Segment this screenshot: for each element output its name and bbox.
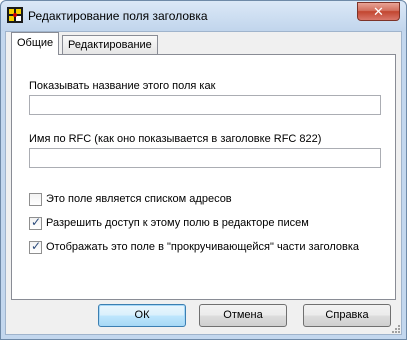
tab-panel-general: Показывать название этого поля как Имя п… (11, 54, 396, 300)
close-button[interactable]: ✕ (357, 2, 400, 21)
address-list-checkbox[interactable] (29, 193, 42, 206)
checkmark-icon: ✓ (31, 215, 42, 229)
tab-editing-label: Редактирование (68, 39, 152, 51)
rfc-name-label: Имя по RFC (как оно показывается в загол… (29, 133, 322, 145)
scrolling-header-checkbox[interactable]: ✓ (29, 239, 42, 254)
window-title: Редактирование поля заголовка (28, 9, 208, 23)
tab-editing[interactable]: Редактирование (62, 35, 158, 55)
tab-general-label: Общие (17, 37, 54, 49)
close-icon: ✕ (373, 4, 384, 19)
scrolling-header-label: Отображать это поле в "прокручивающейся"… (46, 241, 360, 253)
cancel-button[interactable]: Отмена (199, 304, 287, 327)
dialog-client-area: Общие Редактирование Показывать название… (5, 31, 402, 335)
address-list-label: Это поле является списком адресов (46, 193, 232, 205)
display-name-field[interactable] (29, 95, 381, 115)
ok-button[interactable]: ОК (98, 304, 186, 327)
title-bar[interactable]: Редактирование поля заголовка ✕ (1, 1, 406, 31)
checkmark-icon: ✓ (31, 239, 42, 253)
rfc-name-field[interactable] (29, 148, 381, 168)
editor-access-label: Разрешить доступ к этому полю в редактор… (46, 217, 309, 229)
tab-general[interactable]: Общие (11, 32, 60, 55)
help-button[interactable]: Справка (303, 304, 391, 327)
editor-access-checkbox[interactable]: ✓ (29, 215, 42, 230)
display-name-label: Показывать название этого поля как (29, 80, 216, 92)
app-icon (7, 7, 23, 23)
resize-grip-icon[interactable] (390, 323, 400, 333)
dialog-window: Редактирование поля заголовка ✕ Общие Ре… (0, 0, 407, 340)
